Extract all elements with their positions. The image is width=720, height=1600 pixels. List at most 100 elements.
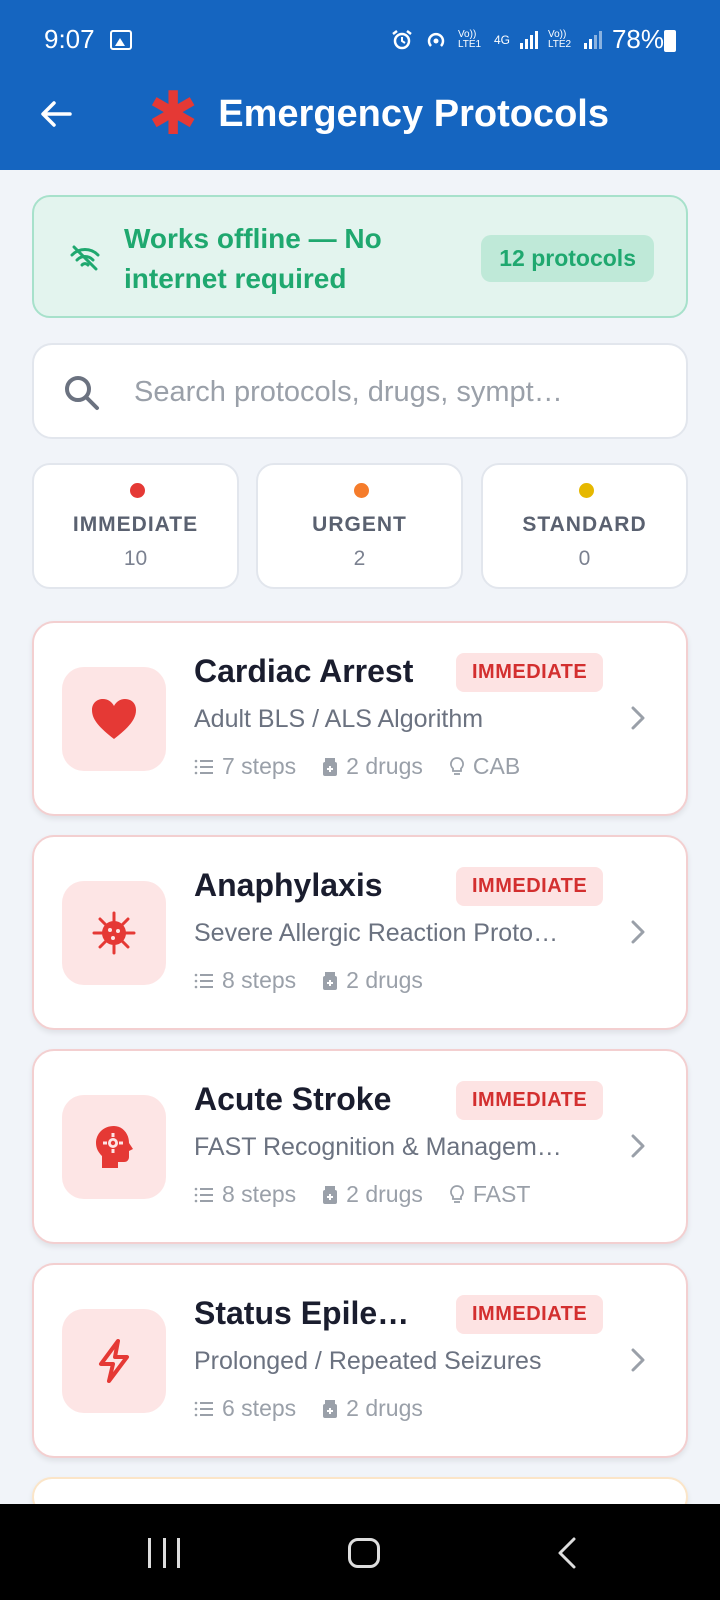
drugs-meta: 2 drugs [322,967,423,994]
app-title-wrap: ✱ Emergency Protocols [148,80,609,147]
lightning-icon [99,1339,129,1383]
page-title: Emergency Protocols [218,92,609,135]
app-bar: ✱ Emergency Protocols [0,80,720,170]
drugs-count: 2 drugs [346,967,423,993]
filter-standard[interactable]: STANDARD 0 [481,463,688,589]
filter-immediate[interactable]: IMMEDIATE 10 [32,463,239,589]
immediate-dot [130,483,145,498]
protocol-count-badge: 12 protocols [481,235,654,282]
protocol-card-status-epilepticus[interactable]: Status Epile… IMMEDIATE Prolonged / Repe… [32,1263,688,1458]
protocol-meta: 6 steps 2 drugs [194,1395,423,1422]
filter-label: IMMEDIATE [72,513,199,536]
protocol-icon-box [62,1309,166,1413]
steps-count: 7 steps [222,753,297,779]
mnemonic-label: FAST [472,1181,531,1207]
lightbulb-icon [449,1184,464,1203]
medicine-bottle-icon [323,757,338,776]
mnemonic-meta: CAB [449,753,520,780]
network-type-label: 4G [493,32,510,47]
home-icon[interactable] [348,1538,380,1568]
protocol-subtitle: FAST Recognition & Managem… [194,1133,562,1161]
heart-icon [92,699,136,739]
protocol-card-cardiac-arrest[interactable]: Cardiac Arrest IMMEDIATE Adult BLS / ALS… [32,621,688,816]
mnemonic-meta: FAST [449,1181,531,1208]
medicine-bottle-icon [323,1185,338,1204]
priority-badge: IMMEDIATE [456,653,604,692]
search-icon [65,376,99,410]
steps-meta: 8 steps [194,967,296,994]
system-nav-bar [0,1504,720,1600]
signal-1-icon [519,30,538,49]
asterisk-icon: ✱ [148,80,199,147]
list-icon [194,1401,213,1416]
network-2-label: Vo)) LTE2 [547,28,572,50]
offline-message: Works offline — No internet required [124,223,382,294]
filter-count: 0 [578,547,591,570]
filter-label: URGENT [312,513,407,536]
protocol-meta: 7 steps 2 drugs CAB [194,753,520,780]
chevron-right-icon [631,920,645,944]
drugs-meta: 2 drugs [322,1181,423,1208]
top-bar: 9:07 Vo)) LTE1 4G Vo)) LTE2 78% ✱ Emerge… [0,0,720,170]
recents-icon[interactable] [148,1538,180,1568]
protocol-subtitle: Adult BLS / ALS Algorithm [194,705,484,733]
drugs-meta: 2 drugs [322,753,423,780]
status-bar: 9:07 Vo)) LTE1 4G Vo)) LTE2 78% [0,0,720,80]
search-box [32,343,688,439]
list-icon [194,973,213,988]
priority-badge: IMMEDIATE [456,1295,604,1334]
chevron-right-icon [631,1134,645,1158]
protocol-name: Anaphylaxis [194,867,383,903]
list-icon [194,759,213,774]
drugs-count: 2 drugs [346,1181,423,1207]
hotspot-icon [427,32,445,47]
wifi-off-icon [70,245,100,271]
signal-2-icon [583,30,602,49]
protocol-card-acute-stroke[interactable]: Acute Stroke IMMEDIATE FAST Recognition … [32,1049,688,1244]
search-input[interactable] [134,365,674,419]
priority-filters: IMMEDIATE 10 URGENT 2 STANDARD 0 [32,463,688,589]
protocol-card-anaphylaxis[interactable]: Anaphylaxis IMMEDIATE Severe Allergic Re… [32,835,688,1030]
status-time: 9:07 [44,24,95,54]
protocol-icon-box [62,667,166,771]
filter-label: STANDARD [522,513,647,536]
nav-back-icon[interactable] [556,1536,578,1570]
steps-count: 6 steps [222,1395,297,1421]
steps-count: 8 steps [222,1181,297,1207]
network-1-label: Vo)) LTE1 [457,28,482,50]
battery-icon [664,30,676,52]
battery-percent: 78% [611,24,664,54]
offline-banner: Works offline — No internet required 12 … [32,195,688,318]
protocol-subtitle: Severe Allergic Reaction Proto… [194,919,559,947]
filter-count: 10 [123,547,148,570]
steps-meta: 6 steps [194,1395,296,1422]
priority-badge: IMMEDIATE [456,867,604,906]
medicine-bottle-icon [323,971,338,990]
chevron-right-icon [631,1348,645,1372]
filter-urgent[interactable]: URGENT 2 [256,463,463,589]
standard-dot [579,483,594,498]
virus-icon [92,911,136,955]
protocol-icon-box [62,881,166,985]
drugs-count: 2 drugs [346,1395,423,1421]
protocol-subtitle: Prolonged / Repeated Seizures [194,1347,542,1375]
gallery-icon [110,30,132,50]
protocol-meta: 8 steps 2 drugs [194,967,423,994]
priority-badge: IMMEDIATE [456,1081,604,1120]
arrow-left-icon[interactable] [36,94,76,134]
list-icon [194,1187,213,1202]
protocol-name: Status Epile… [194,1295,410,1331]
drugs-count: 2 drugs [346,753,423,779]
protocol-name: Cardiac Arrest [194,653,414,689]
urgent-dot [354,483,369,498]
protocol-icon-box [62,1095,166,1199]
mnemonic-label: CAB [472,753,521,779]
steps-meta: 8 steps [194,1181,296,1208]
alarm-icon [392,29,412,49]
steps-count: 8 steps [222,967,297,993]
medicine-bottle-icon [323,1399,338,1418]
lightbulb-icon [449,756,464,775]
brain-gear-icon [96,1126,133,1168]
filter-count: 2 [353,547,366,570]
steps-meta: 7 steps [194,753,296,780]
